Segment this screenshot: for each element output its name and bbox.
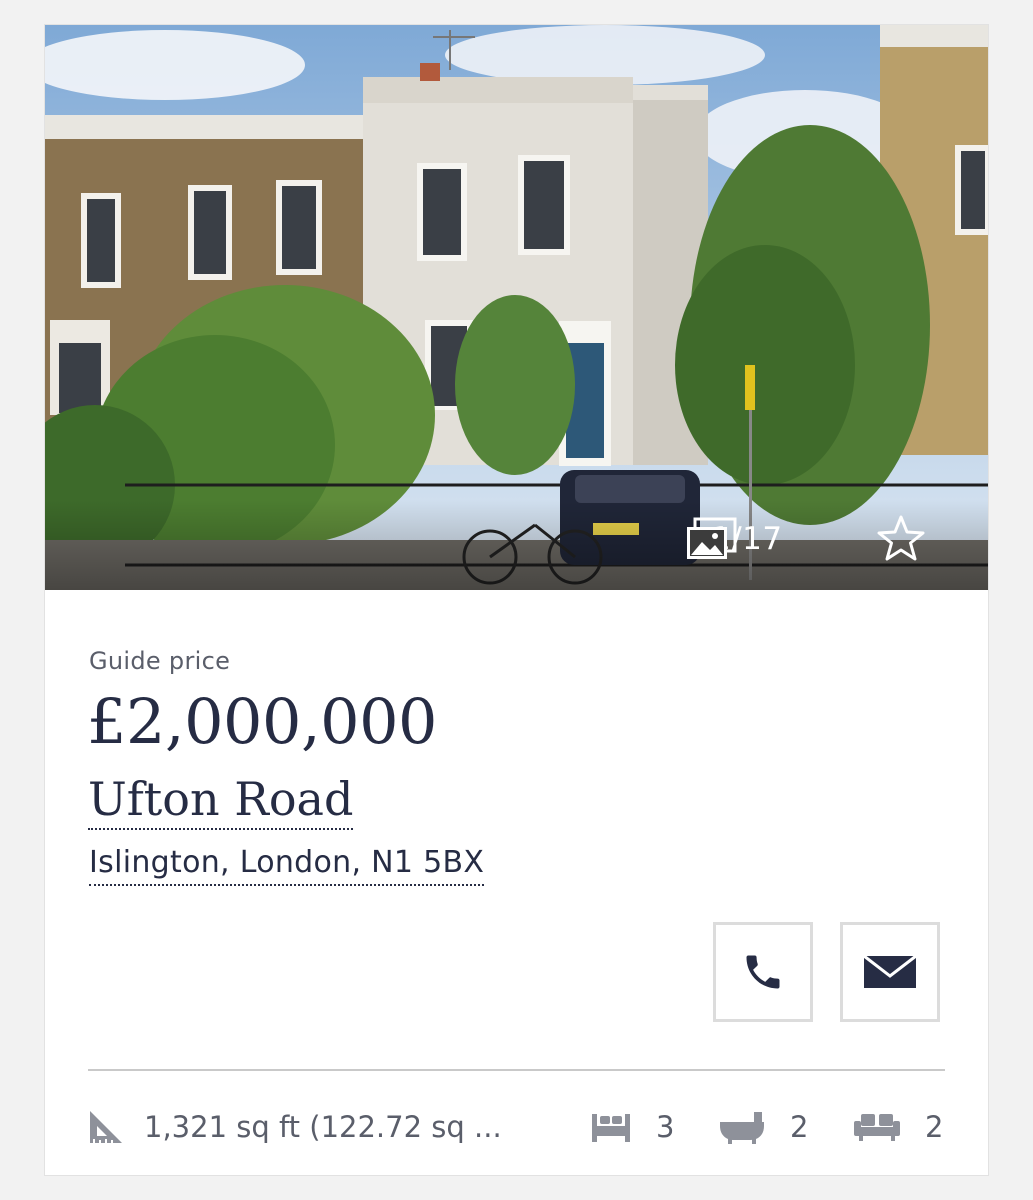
image-gallery-icon bbox=[687, 517, 737, 559]
property-stats: 1,321 sq ft (122.72 sq ... 3 2 2 bbox=[88, 1103, 945, 1151]
street-link[interactable]: Ufton Road bbox=[88, 773, 354, 830]
locality-link[interactable]: Islington, London, N1 5BX bbox=[89, 845, 485, 886]
property-card[interactable]: 1/17 Guide price £2,000,000 Ufton Road I… bbox=[45, 25, 988, 1175]
receptions-count: 2 bbox=[925, 1110, 944, 1144]
floor-area-value: 1,321 sq ft (122.72 sq ... bbox=[144, 1110, 502, 1144]
divider bbox=[88, 1069, 945, 1071]
photo-shade bbox=[45, 500, 988, 590]
bathrooms: 2 bbox=[718, 1103, 808, 1151]
bedrooms: 3 bbox=[590, 1103, 674, 1151]
phone-icon bbox=[746, 955, 780, 989]
floor-area: 1,321 sq ft (122.72 sq ... bbox=[88, 1103, 502, 1151]
call-button[interactable] bbox=[713, 922, 813, 1022]
envelope-icon bbox=[863, 954, 917, 988]
bathtub-icon bbox=[720, 1112, 764, 1144]
property-photo[interactable]: 1/17 bbox=[45, 25, 988, 590]
bathrooms-count: 2 bbox=[790, 1110, 809, 1144]
bedrooms-count: 3 bbox=[656, 1110, 675, 1144]
sofa-icon bbox=[854, 1114, 900, 1141]
gallery-control[interactable]: 1/17 bbox=[685, 517, 783, 561]
email-button[interactable] bbox=[840, 922, 940, 1022]
receptions: 2 bbox=[853, 1103, 943, 1151]
star-outline-icon bbox=[877, 515, 925, 561]
set-square-icon bbox=[90, 1111, 122, 1143]
bed-icon bbox=[592, 1114, 630, 1142]
price: £2,000,000 bbox=[87, 685, 438, 758]
favourite-button[interactable] bbox=[875, 513, 927, 565]
price-qualifier: Guide price bbox=[89, 647, 231, 675]
